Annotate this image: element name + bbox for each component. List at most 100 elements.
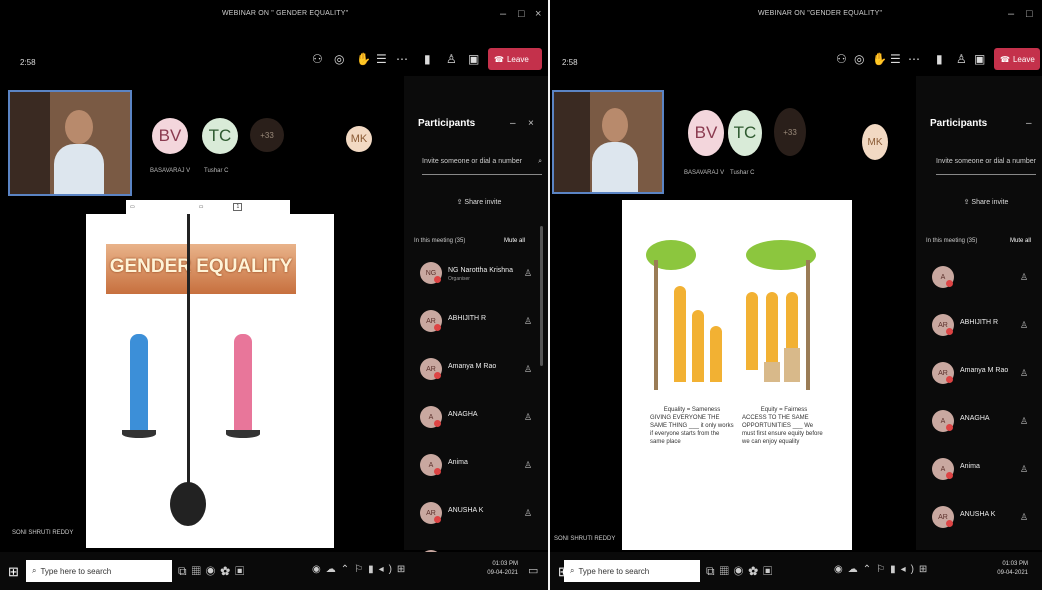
caption-left-body: GIVING EVERYONE THE SAME THING ___ it on… (650, 415, 734, 445)
participant-row[interactable]: AR ABHIJITH R ♙ (932, 314, 1042, 338)
close-panel-icon[interactable]: × (528, 118, 534, 129)
participant-row[interactable]: NG NG Narottha Krishna Organiser ♙ (420, 262, 548, 286)
status-dot (434, 516, 441, 523)
taskbar-app-icons[interactable]: ⧉▦◉✿▣ (178, 564, 249, 579)
share-invite-button[interactable]: ⇪ Share invite (946, 198, 1026, 214)
room-background (10, 92, 50, 194)
scrollbar[interactable] (540, 226, 543, 366)
mic-muted-icon[interactable]: ♙ (1020, 320, 1028, 331)
mic-muted-icon[interactable]: ♙ (524, 364, 532, 375)
tray-icons[interactable]: ◉☁⌃⚐▮◂)⊞ (312, 564, 410, 575)
rooms-icon[interactable]: ☰ (376, 52, 387, 66)
minimize-icon[interactable]: – (500, 8, 506, 20)
mic-muted-icon[interactable]: ♙ (1020, 416, 1028, 427)
maximize-icon[interactable]: □ (1026, 8, 1033, 20)
meeting-timer: 2:58 (20, 58, 36, 67)
taskbar-clock[interactable]: 01:03 PM 09-04-2021 (984, 560, 1028, 578)
popout-icon[interactable]: – (1026, 118, 1032, 129)
mic-icon[interactable]: ♙ (956, 52, 967, 66)
participants-icon[interactable]: ⚇ (312, 52, 323, 66)
mic-muted-icon[interactable]: ♙ (524, 460, 532, 471)
mic-muted-icon[interactable]: ♙ (1020, 368, 1028, 379)
camera-icon[interactable]: ▮ (936, 52, 943, 66)
leave-button[interactable]: ☎ Leave (488, 48, 542, 70)
mic-icon[interactable]: ♙ (446, 52, 457, 66)
avatar-tc[interactable]: TC (202, 118, 238, 154)
participants-icon[interactable]: ⚇ (836, 52, 847, 66)
phone-icon: ☎ (494, 54, 504, 64)
taskbar-app-icons[interactable]: ⧉▦◉✿▣ (706, 564, 777, 579)
participants-panel: Participants – × Invite someone or dial … (404, 76, 548, 572)
invite-input[interactable]: Invite someone or dial a number ⌕ (422, 158, 542, 175)
participant-row[interactable]: A ANAGHA ♙ (932, 410, 1042, 434)
avatar-mk[interactable]: MK (862, 124, 888, 160)
mute-all-button[interactable]: Mute all (504, 238, 525, 244)
clock-date: 09-04-2021 (487, 570, 518, 576)
start-icon[interactable]: ⊞ (8, 564, 19, 580)
participant-row[interactable]: AR Amanya M Rao ♙ (932, 362, 1042, 386)
mic-muted-icon[interactable]: ♙ (524, 316, 532, 327)
mute-all-button[interactable]: Mute all (1010, 238, 1031, 244)
notifications-icon[interactable]: ▭ (528, 564, 538, 577)
participant-row[interactable]: A ANAGHA ♙ (420, 406, 548, 430)
participant-row[interactable]: AR ANUSHA K ♙ (932, 506, 1042, 530)
mic-muted-icon[interactable]: ♙ (524, 508, 532, 519)
camera-icon[interactable]: ▮ (424, 52, 431, 66)
self-video-tile (552, 90, 664, 194)
avatar-tc[interactable]: TC (728, 110, 762, 156)
more-participants-badge[interactable]: +33 (774, 108, 806, 156)
tray-icons[interactable]: ◉☁⌃⚐▮◂)⊞ (834, 564, 932, 575)
page-control[interactable]: 1 (233, 203, 243, 211)
avatar-mk[interactable]: MK (346, 126, 372, 152)
participant-row[interactable]: AR ANUSHA K ♙ (420, 502, 548, 526)
box-right-3 (784, 348, 800, 382)
reactions-icon[interactable]: ✋ (872, 52, 887, 66)
presentation-controls[interactable]: ▭ ▭ 1 (126, 200, 290, 214)
female-figure (234, 334, 252, 434)
mic-muted-icon[interactable]: ♙ (524, 268, 532, 279)
leave-label: Leave (1012, 54, 1035, 64)
prev-control[interactable]: ▭ (130, 204, 135, 210)
participant-row[interactable]: AR Amanya M Rao ♙ (420, 358, 548, 382)
reactions-icon[interactable]: ✋ (356, 52, 371, 66)
participant-row[interactable]: AR ABHIJITH R ♙ (420, 310, 548, 334)
avatar-bv[interactable]: BV (688, 110, 724, 156)
search-placeholder: Type here to search (578, 566, 650, 576)
participant-row[interactable]: A ♙ (932, 266, 1042, 290)
taskbar-clock[interactable]: 01:03 PM 09-04-2021 (470, 560, 518, 578)
mic-muted-icon[interactable]: ♙ (1020, 464, 1028, 475)
invite-input[interactable]: Invite someone or dial a number (936, 158, 1036, 175)
rooms-icon[interactable]: ☰ (890, 52, 901, 66)
status-dot (946, 520, 953, 527)
taskbar-search[interactable]: ⌕ Type here to search (26, 560, 172, 582)
section-header[interactable]: In this meeting (35) (926, 238, 977, 244)
mic-muted-icon[interactable]: ♙ (1020, 512, 1028, 523)
close-icon[interactable]: × (535, 8, 541, 20)
participant-name: Amanya M Rao (448, 363, 497, 370)
scale-pole (187, 214, 190, 524)
chat-icon[interactable]: ◎ (334, 52, 344, 66)
search-icon[interactable]: ⌕ (538, 158, 542, 166)
chat-icon[interactable]: ◎ (854, 52, 864, 66)
mic-muted-icon[interactable]: ♙ (524, 412, 532, 423)
minimize-icon[interactable]: – (1008, 8, 1014, 20)
clock-time: 01:03 PM (1002, 561, 1028, 567)
share-icon[interactable]: ▣ (468, 52, 479, 66)
popout-icon[interactable]: – (510, 118, 516, 129)
mic-muted-icon[interactable]: ♙ (1020, 272, 1028, 283)
leave-button[interactable]: ☎ Leave (994, 48, 1040, 70)
more-icon[interactable]: ⋯ (908, 52, 920, 66)
share-invite-button[interactable]: ⇪ Share invite (434, 198, 524, 214)
avatar-bv[interactable]: BV (152, 118, 188, 154)
participant-row[interactable]: A Anima ♙ (420, 454, 548, 478)
share-icon[interactable]: ▣ (974, 52, 985, 66)
more-icon[interactable]: ⋯ (396, 52, 408, 66)
section-header[interactable]: In this meeting (35) (414, 238, 465, 244)
status-dot (434, 468, 441, 475)
slide-control[interactable]: ▭ (199, 204, 204, 210)
maximize-icon[interactable]: □ (518, 8, 525, 20)
more-participants-badge[interactable]: +33 (250, 118, 284, 152)
participant-row[interactable]: A Anima ♙ (932, 458, 1042, 482)
search-icon: ⌕ (32, 566, 37, 575)
taskbar-search[interactable]: ⌕ Type here to search (564, 560, 700, 582)
